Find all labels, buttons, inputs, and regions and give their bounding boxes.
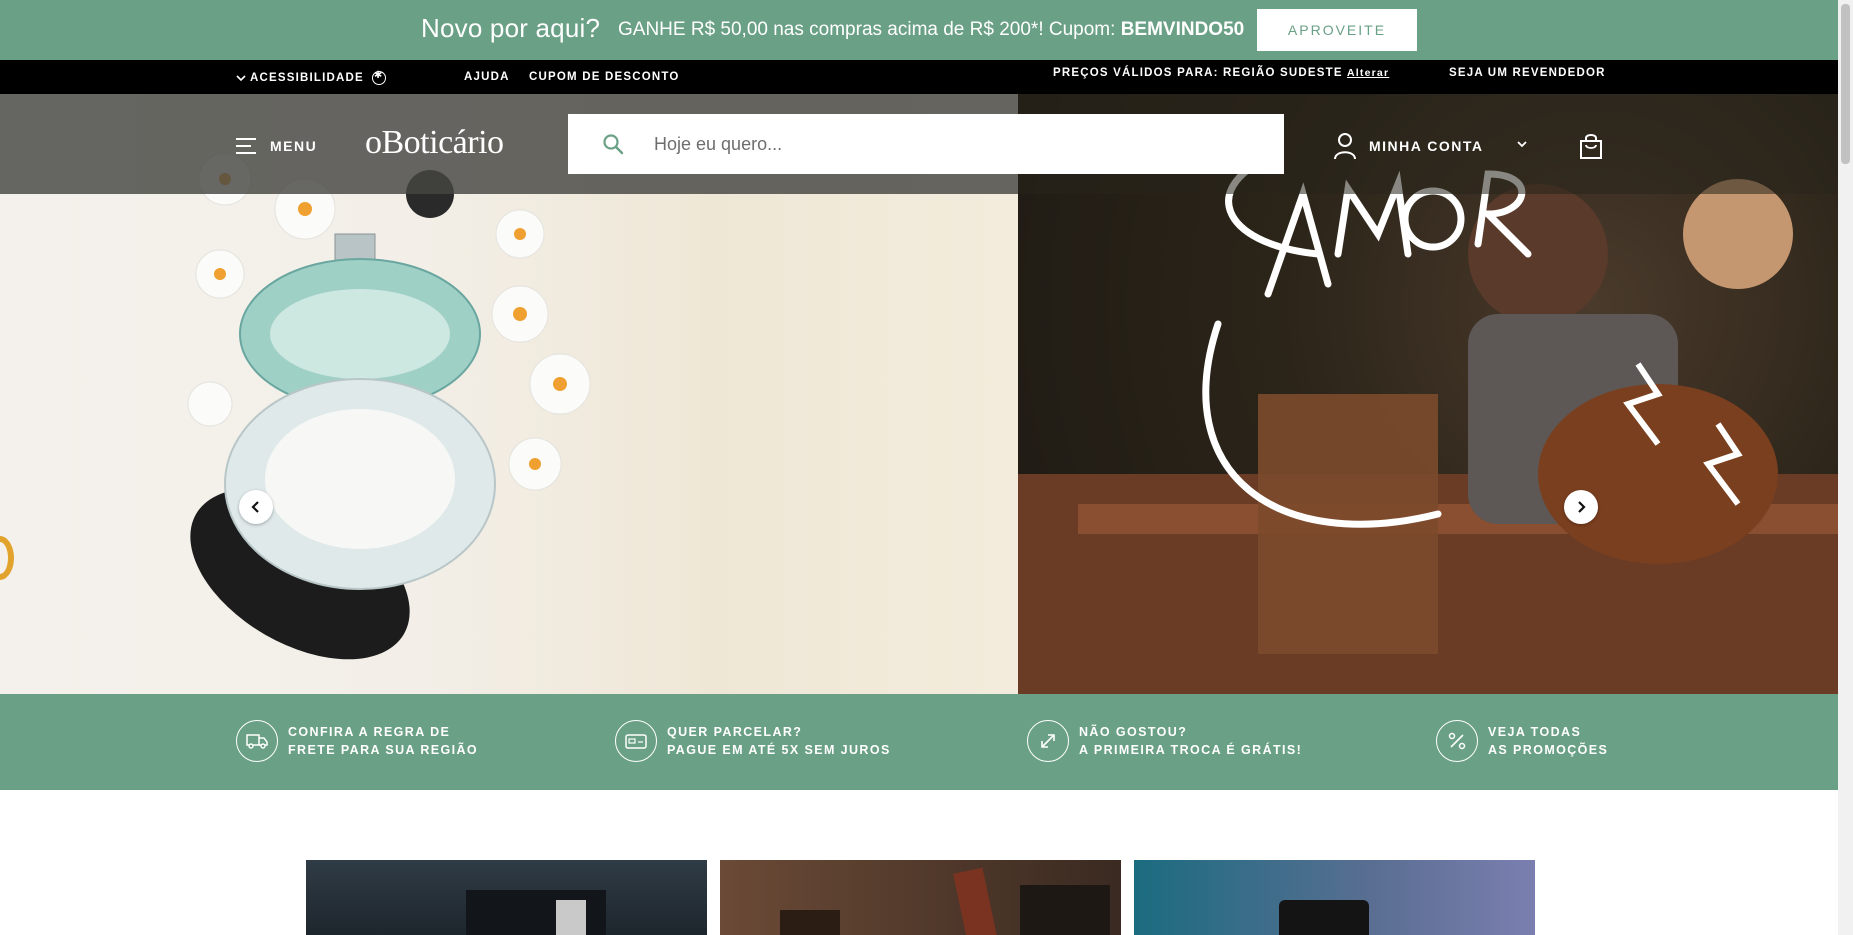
benefits-strip: CONFIRA A REGRA DE FRETE PARA SUA REGIÃO …: [0, 694, 1838, 790]
account-label: MINHA CONTA: [1369, 138, 1484, 154]
benefit-line2: FRETE PARA SUA REGIÃO: [288, 743, 479, 757]
scrollbar-thumb[interactable]: [1841, 4, 1850, 164]
product-tile-1[interactable]: [306, 860, 707, 935]
accessibility-menu[interactable]: ACESSIBILIDADE: [236, 70, 386, 85]
benefit-line1: CONFIRA A REGRA DE: [288, 725, 451, 739]
chevron-down-icon: [236, 75, 246, 82]
promo-title: Novo por aqui?: [421, 13, 601, 43]
chevron-left-icon: [251, 501, 259, 513]
benefit-text: VEJA TODAS AS PROMOÇÕES: [1488, 723, 1608, 759]
truck-icon: [236, 720, 278, 762]
page-scrollbar[interactable]: [1838, 0, 1853, 935]
page: Novo por aqui? GANHE R$ 50,00 nas compra…: [0, 0, 1853, 935]
hamburger-icon: [236, 138, 256, 154]
benefit-line1: NÃO GOSTOU?: [1079, 725, 1188, 739]
aproveite-button[interactable]: APROVEITE: [1257, 9, 1417, 51]
main-header: MENU oBoticário MINHA CONTA: [0, 94, 1838, 194]
promo-banner: Novo por aqui? GANHE R$ 50,00 nas compra…: [0, 0, 1838, 60]
benefit-text: NÃO GOSTOU? A PRIMEIRA TROCA É GRÁTIS!: [1079, 723, 1302, 759]
carousel-prev-button[interactable]: [239, 490, 273, 524]
promo-code: BEMVINDO50: [1120, 19, 1245, 40]
percent-icon: [1436, 720, 1478, 762]
accessibility-icon: [371, 70, 386, 85]
menu-button[interactable]: MENU: [236, 138, 317, 154]
benefit-installments[interactable]: QUER PARCELAR? PAGUE EM ATÉ 5X SEM JUROS: [615, 720, 891, 762]
boticario-logo[interactable]: oBoticário: [365, 124, 504, 162]
chevron-down-icon[interactable]: [1516, 138, 1528, 150]
credit-card-icon: [615, 720, 657, 762]
accessibility-label: ACESSIBILIDADE: [250, 72, 364, 84]
benefit-line1: QUER PARCELAR?: [667, 725, 803, 739]
product-tile-3[interactable]: [1134, 860, 1535, 935]
search-box: [568, 114, 1284, 174]
exchange-arrows-icon: [1027, 720, 1069, 762]
benefit-text: QUER PARCELAR? PAGUE EM ATÉ 5X SEM JUROS: [667, 723, 891, 759]
coupon-link[interactable]: CUPOM DE DESCONTO: [529, 71, 680, 83]
menu-label: MENU: [270, 138, 318, 154]
product-image-2: [780, 867, 1110, 935]
search-icon[interactable]: [602, 133, 624, 155]
benefit-shipping[interactable]: CONFIRA A REGRA DE FRETE PARA SUA REGIÃO: [236, 720, 478, 762]
shopping-bag-icon[interactable]: [1579, 132, 1603, 160]
benefit-line1: VEJA TODAS: [1488, 725, 1582, 739]
product-tile-2[interactable]: [720, 860, 1121, 935]
help-link[interactable]: AJUDA: [464, 71, 510, 83]
region-prices-label: PREÇOS VÁLIDOS PARA: REGIÃO SUDESTE: [1053, 67, 1343, 79]
carousel-next-button[interactable]: [1564, 490, 1598, 524]
promo-text: GANHE R$ 50,00 nas compras acima de R$ 2…: [618, 19, 1244, 41]
user-icon: [1334, 133, 1356, 160]
benefit-line2: A PRIMEIRA TROCA É GRÁTIS!: [1079, 743, 1303, 757]
benefit-exchange[interactable]: NÃO GOSTOU? A PRIMEIRA TROCA É GRÁTIS!: [1027, 720, 1302, 762]
account-menu[interactable]: MINHA CONTA: [1333, 132, 1484, 160]
utility-bar: ACESSIBILIDADE AJUDA CUPOM DE DESCONTO P…: [0, 60, 1838, 94]
benefit-text: CONFIRA A REGRA DE FRETE PARA SUA REGIÃO: [288, 723, 478, 759]
benefit-line2: AS PROMOÇÕES: [1488, 743, 1609, 757]
search-input[interactable]: [654, 128, 1254, 160]
product-image-1: [466, 890, 606, 935]
benefit-promotions[interactable]: VEJA TODAS AS PROMOÇÕES: [1436, 720, 1608, 762]
promo-text-body: GANHE R$ 50,00 nas compras acima de R$ 2…: [618, 19, 1121, 40]
change-region-link[interactable]: Alterar: [1347, 67, 1389, 79]
benefit-line2: PAGUE EM ATÉ 5X SEM JUROS: [667, 743, 891, 757]
chevron-right-icon: [1578, 501, 1586, 513]
reseller-link[interactable]: SEJA UM REVENDEDOR: [1449, 67, 1606, 79]
product-image-3: [1279, 900, 1369, 935]
